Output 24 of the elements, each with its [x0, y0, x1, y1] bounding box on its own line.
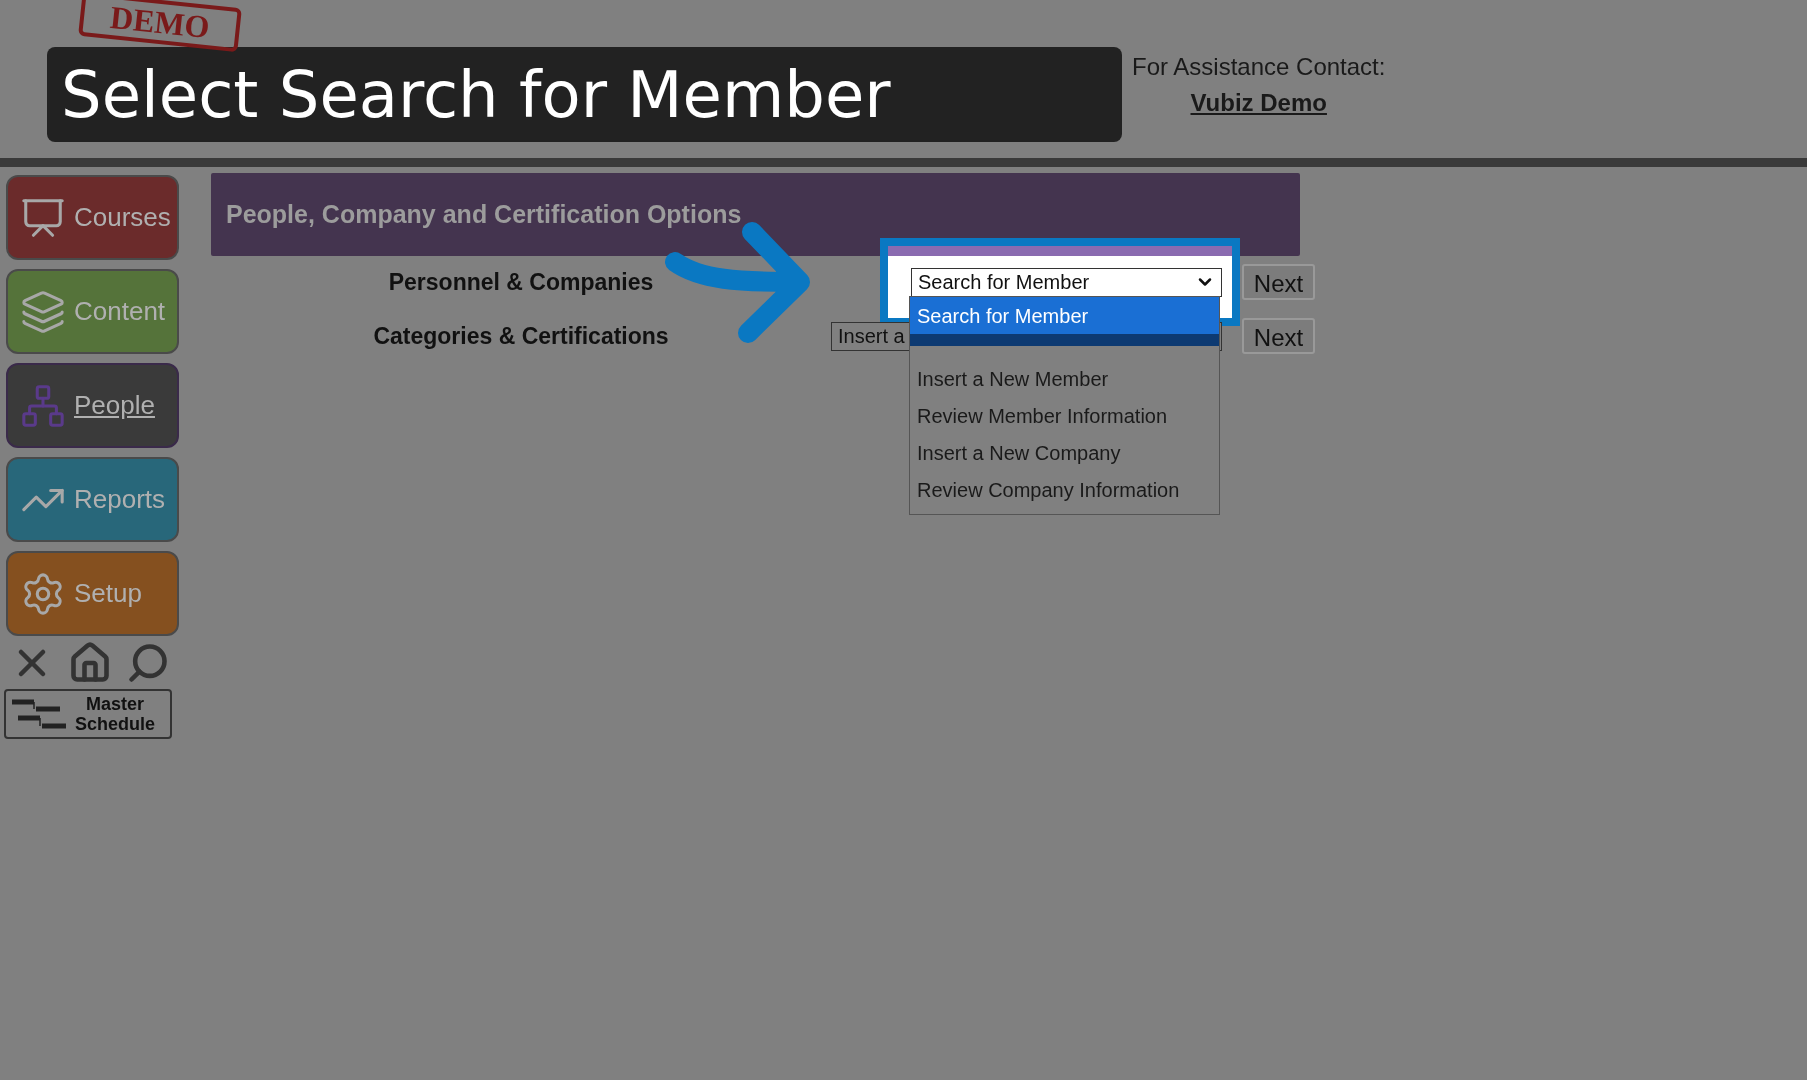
nav-button[interactable]: Reports [6, 457, 179, 542]
nav-button[interactable]: People [6, 363, 179, 448]
row-label: Categories & Certifications [372, 321, 670, 351]
search-icon[interactable] [126, 641, 170, 685]
dropdown-option[interactable]: Insert a New Company [910, 434, 1219, 471]
row-label: Personnel & Companies [387, 267, 655, 297]
home-icon[interactable] [68, 641, 112, 685]
option-select[interactable]: Search for Member [911, 267, 1222, 297]
next-button[interactable]: Next [1242, 264, 1315, 300]
contact-label: For Assistance Contact: [1132, 52, 1386, 82]
nav-button[interactable]: Courses [6, 175, 179, 260]
next-button[interactable]: Next [1242, 318, 1315, 354]
dropdown-option[interactable]: Review Member Information [910, 397, 1219, 434]
caption-banner: Select Search for Member [47, 47, 1122, 142]
network-icon [20, 382, 66, 429]
section-banner: People, Company and Certification Options [211, 173, 1300, 256]
contact-link[interactable]: Vubiz Demo [1190, 85, 1327, 121]
dropdown-option[interactable]: Insert a New Member [910, 360, 1219, 397]
books-icon [20, 288, 66, 335]
dropdown-option[interactable]: Search for Member [910, 297, 1219, 346]
dropdown-option[interactable]: Review Company Information [910, 471, 1219, 508]
master-schedule-button[interactable]: Master Schedule [4, 689, 172, 739]
nav-button[interactable]: Setup [6, 551, 179, 636]
nav-button[interactable]: Content [6, 269, 179, 354]
